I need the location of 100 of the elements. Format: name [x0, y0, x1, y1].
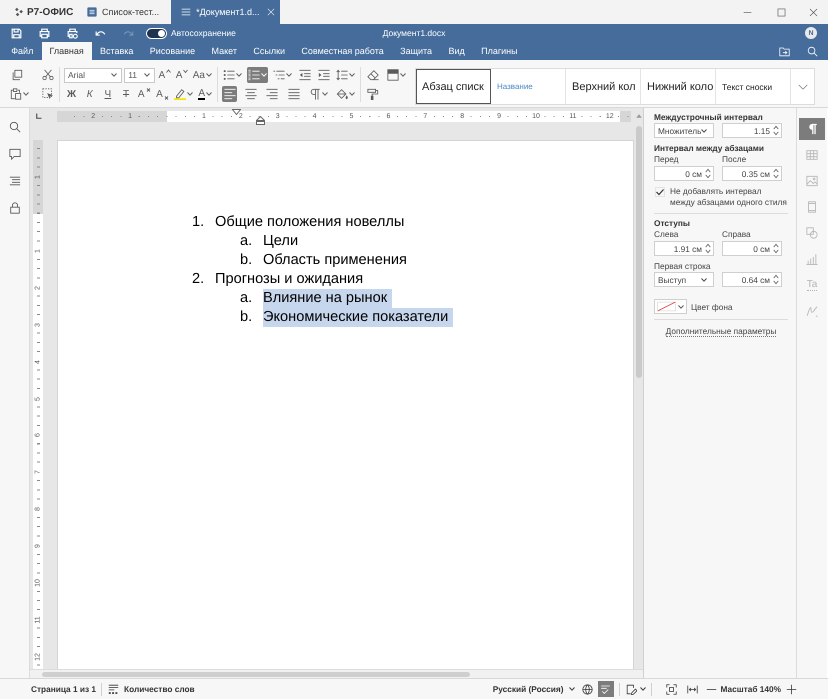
word-count-button[interactable]: Количество слов — [108, 681, 195, 697]
folder-arrow-icon — [778, 46, 790, 56]
document-tab[interactable]: Список-тест... — [80, 0, 168, 24]
menu-tab[interactable]: Плагины — [472, 42, 526, 60]
menu-tab[interactable]: Совместная работа — [293, 42, 392, 60]
font-color-button[interactable]: A — [197, 86, 213, 102]
document-tab[interactable]: *Документ1.d... — [171, 0, 280, 24]
section-title: Отступы — [654, 218, 692, 229]
paste-button[interactable] — [9, 86, 30, 102]
numbered-list-icon — [248, 69, 260, 81]
line-spacing-button[interactable] — [335, 67, 356, 83]
style-preset[interactable]: Нижний коло — [641, 69, 716, 104]
cut-button[interactable] — [40, 67, 55, 83]
spin-field[interactable]: 0 см — [722, 241, 782, 256]
align-center-icon — [244, 88, 257, 100]
spin-field[interactable]: 1.15 — [722, 123, 782, 138]
subscript-button[interactable]: A — [154, 86, 170, 102]
style-preset[interactable]: Текст сноски — [716, 69, 791, 104]
increase-indent-button[interactable] — [316, 67, 331, 83]
background-color-label: Цвет фона — [691, 302, 733, 312]
strikethrough-button[interactable]: T — [118, 86, 134, 102]
spin-field[interactable]: 0.64 см — [722, 272, 782, 287]
decrease-indent-button[interactable] — [297, 67, 312, 83]
italic-button[interactable]: К — [82, 86, 98, 102]
bold-button[interactable]: Ж — [64, 86, 79, 102]
background-color-button[interactable] — [654, 299, 687, 314]
list-item-text: Влияние на рынок — [263, 289, 392, 308]
checkbox-label: Не добавлять интервал между абзацами одного стиля — [670, 186, 788, 208]
left-indent-handle[interactable] — [256, 116, 265, 124]
bar-chart-icon — [806, 253, 818, 265]
copy-icon — [10, 69, 22, 81]
horizontal-scrollbar[interactable] — [30, 669, 643, 678]
font-name-field[interactable]: Arial — [64, 68, 122, 82]
clear-formatting-button[interactable] — [365, 67, 380, 83]
zoom-level[interactable]: Масштаб 140% — [720, 681, 781, 697]
menu-tab[interactable]: Рисование — [142, 42, 204, 60]
menu-tab[interactable]: Вид — [440, 42, 473, 60]
menu-icon — [181, 7, 192, 17]
list-marker: a. — [240, 232, 254, 251]
select-all-button[interactable] — [40, 86, 55, 102]
style-preset[interactable]: Название — [491, 69, 566, 104]
list-item-text: Экономические показатели — [263, 308, 454, 327]
menu-tab[interactable]: Ссылки — [245, 42, 294, 60]
highlight-color-button[interactable] — [173, 86, 194, 102]
style-preset[interactable]: Верхний кол — [566, 69, 641, 104]
style-button[interactable] — [386, 67, 407, 83]
menu-tab[interactable]: Вставка — [92, 42, 142, 60]
checkbox[interactable] — [655, 187, 665, 197]
nonprinting-characters-button[interactable] — [308, 86, 329, 102]
increase-font-size-button[interactable]: A — [157, 67, 172, 83]
underline-button[interactable]: Ч — [100, 86, 116, 102]
menu-tab[interactable]: Макет — [203, 42, 246, 60]
field-label: Слева — [654, 229, 680, 239]
align-left-icon — [224, 88, 236, 100]
align-right-button[interactable] — [264, 86, 280, 102]
list-marker: 1. — [192, 213, 206, 232]
decrease-indent-icon — [298, 69, 310, 81]
list-marker: b. — [240, 308, 254, 327]
menu-tab[interactable]: Главная — [42, 42, 92, 60]
line-spacing-dropdown[interactable]: Множитель — [654, 123, 714, 138]
spin-field[interactable]: 0.35 см — [722, 166, 782, 181]
caret-icon — [568, 687, 574, 691]
align-center-button[interactable] — [243, 86, 258, 102]
scrollbar-thumb[interactable] — [636, 126, 642, 378]
advanced-settings-link[interactable]: Дополнительные параметры — [666, 326, 776, 337]
scrollbar-thumb[interactable] — [42, 672, 470, 677]
first-line-dropdown[interactable]: Выступ — [654, 272, 714, 287]
language-dropdown[interactable]: Русский (Россия) — [492, 681, 574, 697]
spin-field[interactable]: 0 см — [654, 166, 714, 181]
spinner-arrows-icon — [705, 243, 711, 254]
list-item-text: Цели — [263, 232, 298, 251]
zoom-in-icon — [786, 684, 797, 694]
caret-icon — [701, 128, 708, 132]
spinner-arrows-icon — [773, 243, 779, 254]
justify-button[interactable] — [286, 86, 302, 102]
style-preset[interactable]: Абзац списк — [416, 69, 491, 104]
autosave-label: Автосохранение — [171, 28, 236, 38]
lock-icon — [8, 202, 20, 214]
document-icon — [87, 7, 97, 17]
superscript-mark-icon — [146, 88, 151, 92]
paragraph-settings-button[interactable] — [799, 118, 825, 140]
close-icon — [266, 8, 275, 16]
bulleted-list-button[interactable] — [222, 67, 243, 83]
align-left-button[interactable] — [222, 86, 237, 102]
spin-field[interactable]: 1.91 см — [654, 241, 714, 256]
font-size-field[interactable]: 11 — [124, 68, 156, 82]
format-painter-button[interactable] — [365, 86, 380, 102]
superscript-button[interactable]: A — [136, 86, 152, 102]
spellcheck-button[interactable] — [598, 681, 614, 697]
change-case-button[interactable]: Aa — [192, 67, 213, 83]
no-color-swatch-icon — [657, 301, 676, 312]
autosave-toggle[interactable] — [146, 28, 167, 38]
comments-button[interactable] — [6, 148, 22, 162]
highlighter-icon — [174, 88, 186, 100]
word-count-icon — [108, 684, 120, 694]
menu-tab[interactable]: Файл — [3, 42, 42, 60]
numbered-list-button[interactable] — [247, 67, 268, 83]
comment-icon — [8, 148, 20, 160]
decrease-font-size-button[interactable]: A — [174, 67, 190, 83]
menu-tab[interactable]: Защита — [392, 42, 440, 60]
